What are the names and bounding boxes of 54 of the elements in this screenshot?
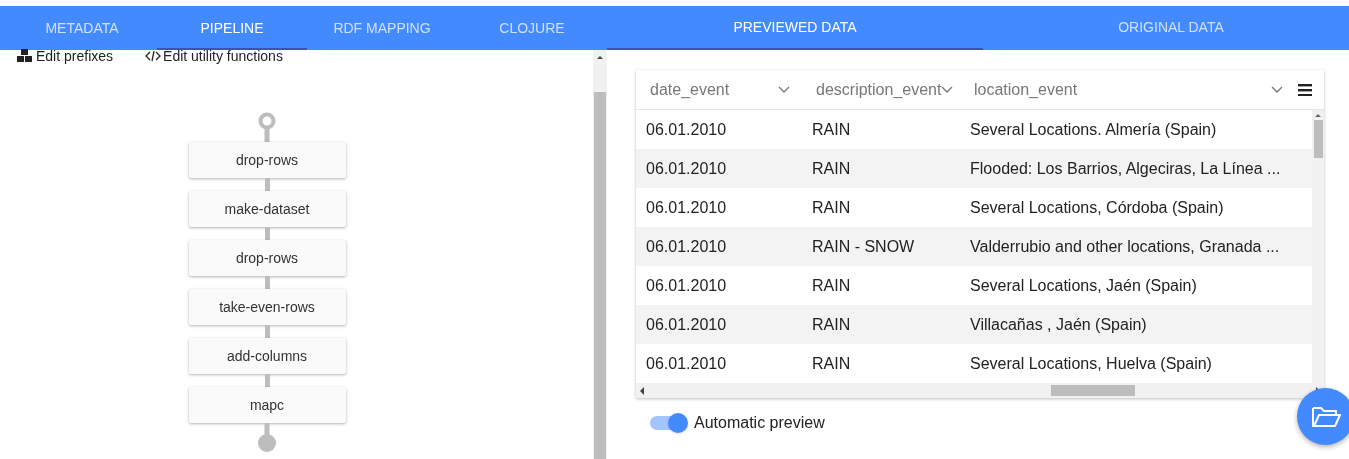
chevron-down-icon[interactable]	[778, 85, 790, 94]
code-icon	[145, 50, 162, 62]
table-cell-text: Villacañas , Jaén (Spain)	[969, 314, 1148, 335]
table-cell-text: Several Locations, Huelva (Spain)	[969, 353, 1213, 374]
table-cell-text: Several Locations. Almería (Spain)	[969, 119, 1218, 140]
chevron-down-icon[interactable]	[941, 85, 954, 94]
open-folder-button[interactable]	[1297, 388, 1349, 445]
pipeline-end-icon	[258, 423, 276, 453]
table-cell-text: Several Locations, Jaén (Spain)	[969, 275, 1198, 296]
scroll-left-icon[interactable]	[638, 385, 646, 396]
table-cell-text: RAIN	[811, 275, 852, 296]
pipeline-step[interactable]: make-dataset	[188, 191, 346, 227]
table-cell-text: RAIN	[811, 353, 852, 374]
table-cell-text: RAIN	[811, 314, 852, 335]
table-cell-text: RAIN	[811, 119, 852, 140]
table-cell-text: 06.01.2010	[645, 236, 728, 257]
table-cell-text: 06.01.2010	[645, 314, 728, 335]
pipeline-step[interactable]: take-even-rows	[188, 289, 346, 325]
pipeline-step[interactable]: mapc	[188, 387, 346, 423]
automatic-preview-label: Automatic preview	[694, 412, 825, 433]
pipeline-step[interactable]: drop-rows	[188, 142, 346, 178]
pipeline-step[interactable]: drop-rows	[188, 240, 346, 276]
menu-icon[interactable]	[1298, 83, 1312, 96]
table-cell-text: Flooded: Los Barrios, Algeciras, La Línea ...	[969, 158, 1282, 179]
toggle-switch[interactable]	[650, 415, 686, 430]
table-cell-text: 06.01.2010	[645, 197, 728, 218]
pipeline-start-icon	[258, 112, 276, 142]
tab[interactable]: CLOJURE	[457, 6, 607, 50]
table-cell-text: Several Locations, Córdoba (Spain)	[969, 197, 1225, 218]
table-cell-text: Valderrubio and other locations, Granada ...	[969, 236, 1281, 257]
table-cell-text: RAIN	[811, 197, 852, 218]
table-cell-text: 06.01.2010	[645, 158, 728, 179]
table-cell-text: 06.01.2010	[645, 353, 728, 374]
table-cell-text: RAIN - SNOW	[811, 236, 916, 257]
tab[interactable]: PIPELINE	[157, 6, 307, 50]
cubes-icon	[16, 49, 34, 63]
pipeline-step[interactable]: add-columns	[188, 338, 346, 374]
table-cell-text: 06.01.2010	[645, 275, 728, 296]
column-header[interactable]: location_event	[960, 77, 1295, 102]
folder-icon	[1310, 404, 1341, 429]
scrollbar-thumb[interactable]	[1313, 120, 1323, 158]
table-cell-text: RAIN	[811, 158, 852, 179]
tab[interactable]: PREVIEWED DATA	[607, 6, 983, 50]
table-cell-text: 06.01.2010	[645, 119, 728, 140]
scrollbar-thumb[interactable]	[1051, 385, 1135, 396]
scrollbar[interactable]	[593, 50, 607, 459]
column-header[interactable]: date_event	[636, 77, 802, 102]
horizontal-scrollbar[interactable]	[636, 383, 1324, 398]
tab[interactable]: ORIGINAL DATA	[983, 6, 1349, 50]
chevron-down-icon[interactable]	[1271, 85, 1283, 94]
tab[interactable]: RDF MAPPING	[307, 6, 457, 50]
scrollbar-thumb[interactable]	[594, 92, 606, 459]
column-header[interactable]: description_event	[802, 77, 960, 102]
vertical-scrollbar[interactable]	[1312, 110, 1324, 383]
